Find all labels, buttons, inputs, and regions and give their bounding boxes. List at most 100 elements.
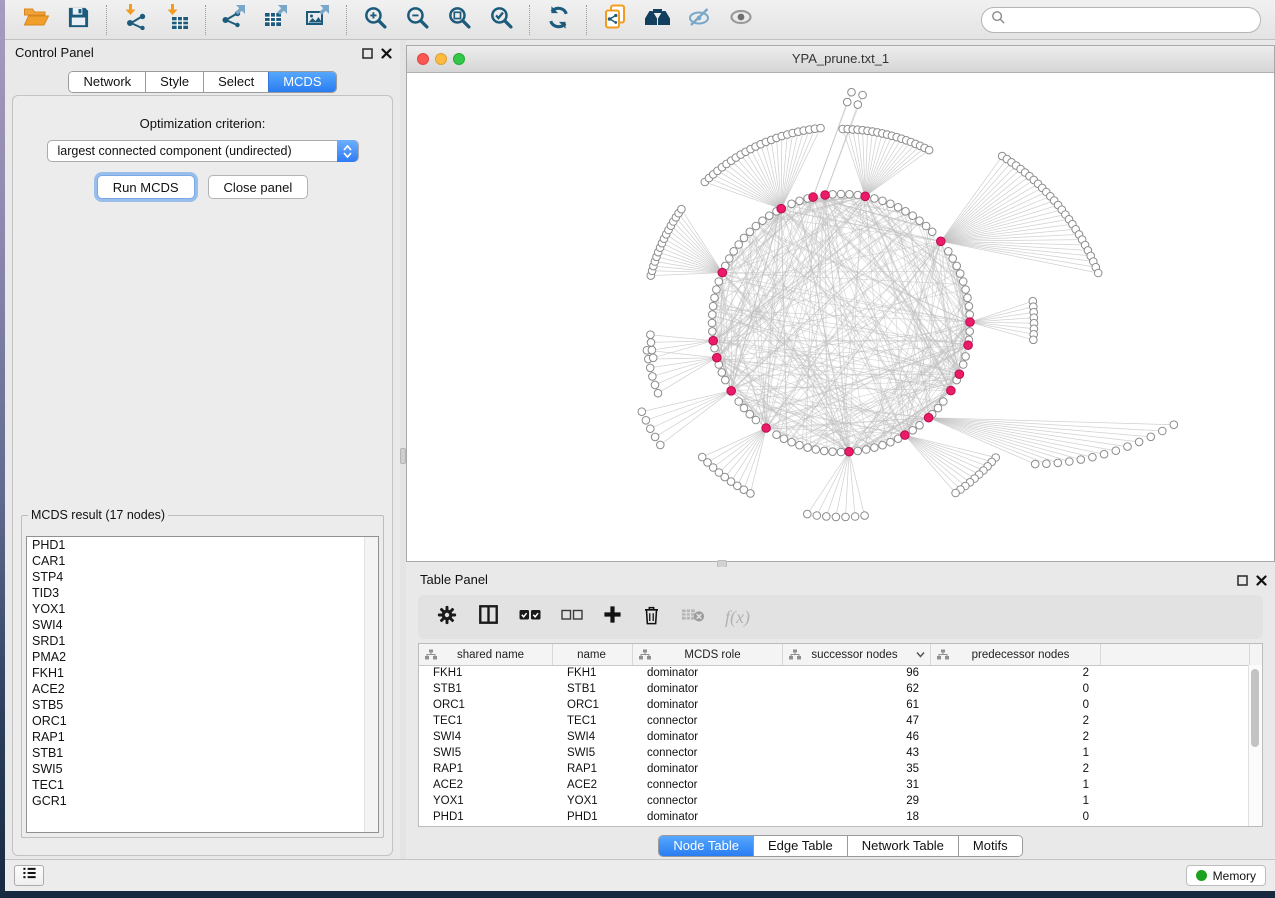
network-node[interactable] <box>713 286 721 294</box>
network-node[interactable] <box>820 447 828 455</box>
network-node[interactable] <box>862 446 870 454</box>
dominator-node[interactable] <box>937 237 946 246</box>
network-node[interactable] <box>647 331 655 339</box>
network-node[interactable] <box>916 217 924 225</box>
network-node[interactable] <box>966 311 974 319</box>
network-node[interactable] <box>962 353 970 361</box>
task-history-button[interactable] <box>14 865 44 886</box>
network-node[interactable] <box>1094 269 1102 277</box>
network-node[interactable] <box>708 319 716 327</box>
network-node[interactable] <box>962 286 970 294</box>
network-node[interactable] <box>648 346 656 354</box>
table-row[interactable]: TEC1TEC1connector472 <box>419 713 1249 729</box>
table-scrollbar[interactable] <box>1248 665 1262 826</box>
network-node[interactable] <box>928 228 936 236</box>
network-node[interactable] <box>1030 336 1038 344</box>
tab-mcds[interactable]: MCDS <box>268 72 335 92</box>
tab-motifs[interactable]: Motifs <box>958 836 1022 856</box>
scrollbar-thumb[interactable] <box>1251 669 1259 747</box>
network-node[interactable] <box>922 222 930 230</box>
network-node[interactable] <box>843 98 851 106</box>
network-node[interactable] <box>715 278 723 286</box>
network-node[interactable] <box>879 197 887 205</box>
network-node[interactable] <box>952 489 960 497</box>
network-node[interactable] <box>965 302 973 310</box>
network-node[interactable] <box>651 433 659 441</box>
dominator-node[interactable] <box>821 191 830 200</box>
network-node[interactable] <box>956 270 964 278</box>
tab-node-table[interactable]: Node Table <box>659 836 753 856</box>
network-node[interactable] <box>678 205 686 213</box>
show-all-button[interactable] <box>720 4 762 36</box>
network-node[interactable] <box>1043 460 1051 468</box>
select-all-button[interactable] <box>519 608 541 626</box>
table-row[interactable]: PHD1PHD1dominator180 <box>419 809 1249 825</box>
mcds-result-item[interactable]: ORC1 <box>27 713 378 729</box>
dominator-node[interactable] <box>845 447 854 456</box>
table-row[interactable]: FKH1FKH1dominator962 <box>419 665 1249 681</box>
network-node[interactable] <box>1089 453 1097 461</box>
network-node[interactable] <box>718 369 726 377</box>
network-node[interactable] <box>722 376 730 384</box>
network-node[interactable] <box>1077 456 1085 464</box>
network-node[interactable] <box>651 381 659 389</box>
network-node[interactable] <box>934 404 942 412</box>
mcds-result-item[interactable]: RAP1 <box>27 729 378 745</box>
network-node[interactable] <box>752 416 760 424</box>
close-panel-icon[interactable] <box>1256 573 1267 591</box>
network-node[interactable] <box>887 438 895 446</box>
mcds-result-item[interactable]: STP4 <box>27 569 378 585</box>
deselect-all-button[interactable] <box>561 608 583 626</box>
dominator-node[interactable] <box>709 336 718 345</box>
network-node[interactable] <box>837 190 845 198</box>
mcds-result-item[interactable]: TID3 <box>27 585 378 601</box>
network-node[interactable] <box>698 453 706 461</box>
table-row[interactable]: RAP1RAP1dominator352 <box>419 761 1249 777</box>
network-node[interactable] <box>966 328 974 336</box>
network-node[interactable] <box>788 200 796 208</box>
network-node[interactable] <box>909 212 917 220</box>
network-node[interactable] <box>657 441 665 449</box>
float-window-icon[interactable] <box>1237 573 1248 591</box>
network-node[interactable] <box>649 354 657 362</box>
network-canvas[interactable] <box>407 72 1274 561</box>
network-node[interactable] <box>730 248 738 256</box>
column-header-shared-name[interactable]: shared name <box>419 644 553 665</box>
zoom-in-button[interactable] <box>354 4 396 36</box>
network-window-titlebar[interactable]: YPA_prune.txt_1 <box>407 46 1274 73</box>
table-row[interactable]: ORC1ORC1dominator610 <box>419 697 1249 713</box>
mcds-list-scrollbar[interactable] <box>364 537 378 832</box>
dominator-node[interactable] <box>777 204 786 213</box>
network-graph[interactable] <box>407 72 1274 561</box>
network-node[interactable] <box>1124 443 1132 451</box>
network-node[interactable] <box>964 294 972 302</box>
dominator-node[interactable] <box>964 341 973 350</box>
zoom-out-button[interactable] <box>396 4 438 36</box>
export-table-button[interactable] <box>255 4 297 36</box>
dominator-node[interactable] <box>861 192 870 201</box>
dominator-node[interactable] <box>809 193 818 202</box>
dominator-node[interactable] <box>901 431 910 440</box>
network-node[interactable] <box>709 311 717 319</box>
import-network-button[interactable] <box>114 4 156 36</box>
network-node[interactable] <box>1112 447 1120 455</box>
mcds-result-item[interactable]: STB1 <box>27 745 378 761</box>
mcds-result-item[interactable]: CAR1 <box>27 553 378 569</box>
search-input[interactable] <box>981 7 1261 33</box>
mcds-result-item[interactable]: SWI5 <box>27 761 378 777</box>
refresh-layout-button[interactable] <box>537 4 579 36</box>
column-header-MCDS-role[interactable]: MCDS role <box>633 644 783 665</box>
dominator-node[interactable] <box>762 424 771 433</box>
network-node[interactable] <box>752 222 760 230</box>
network-node[interactable] <box>887 200 895 208</box>
table-row[interactable]: YOX1YOX1connector291 <box>419 793 1249 809</box>
zoom-selected-button[interactable] <box>480 4 522 36</box>
network-node[interactable] <box>902 208 910 216</box>
tab-edge-table[interactable]: Edge Table <box>753 836 847 856</box>
show-columns-button[interactable] <box>478 604 499 630</box>
mcds-result-item[interactable]: PMA2 <box>27 649 378 665</box>
optimization-criterion-select[interactable]: largest connected component (undirected) <box>47 140 359 162</box>
network-node[interactable] <box>894 204 902 212</box>
mcds-result-item[interactable]: YOX1 <box>27 601 378 617</box>
network-node[interactable] <box>1159 427 1167 435</box>
